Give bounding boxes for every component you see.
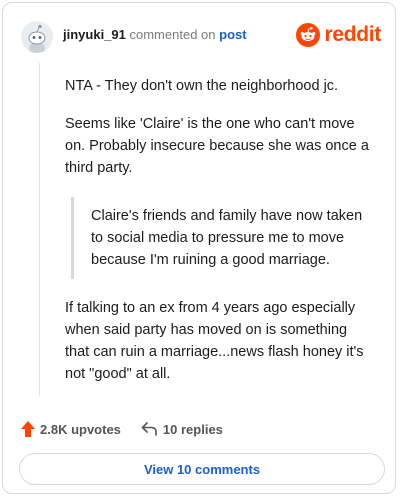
reddit-logo-icon bbox=[296, 23, 321, 47]
avatar[interactable] bbox=[21, 21, 53, 53]
post-link[interactable]: post bbox=[219, 27, 246, 42]
comment-header: jinyuki_91 commented on post reddit bbox=[21, 19, 381, 55]
thread-line bbox=[39, 63, 40, 396]
upvote-count: 2.8K upvotes bbox=[40, 421, 121, 437]
upvote-arrow-icon bbox=[21, 421, 35, 437]
replies-button[interactable]: 10 replies bbox=[141, 422, 223, 437]
comment-meta: jinyuki_91 commented on post bbox=[63, 27, 247, 43]
username[interactable]: jinyuki_91 bbox=[63, 27, 126, 42]
comment-paragraph-3: If talking to an ex from 4 years ago esp… bbox=[65, 300, 364, 382]
quote-text: Claire's friends and family have now tak… bbox=[91, 208, 363, 268]
brand-wordmark: reddit bbox=[324, 23, 381, 46]
reddit-brand[interactable]: reddit bbox=[296, 23, 381, 47]
replies-count: 10 replies bbox=[162, 421, 223, 437]
comment-paragraph-1: NTA - They don't own the neighborhood jc… bbox=[65, 78, 339, 94]
reply-arrow-icon bbox=[141, 422, 157, 436]
comment-footer: 2.8K upvotes 10 replies bbox=[21, 417, 223, 441]
action-text: commented on bbox=[129, 27, 216, 42]
comment-paragraph-2: Seems like 'Claire' is the one who can't… bbox=[65, 116, 369, 176]
view-comments-button[interactable]: View 10 comments bbox=[19, 453, 385, 485]
avatar-snoo-icon bbox=[21, 21, 53, 53]
comment-body: NTA - They don't own the neighborhood jc… bbox=[65, 75, 371, 385]
upvote-button[interactable]: 2.8K upvotes bbox=[21, 421, 121, 437]
blockquote: Claire's friends and family have now tak… bbox=[71, 197, 371, 279]
comment-card: jinyuki_91 commented on post reddit NTA … bbox=[2, 2, 396, 494]
